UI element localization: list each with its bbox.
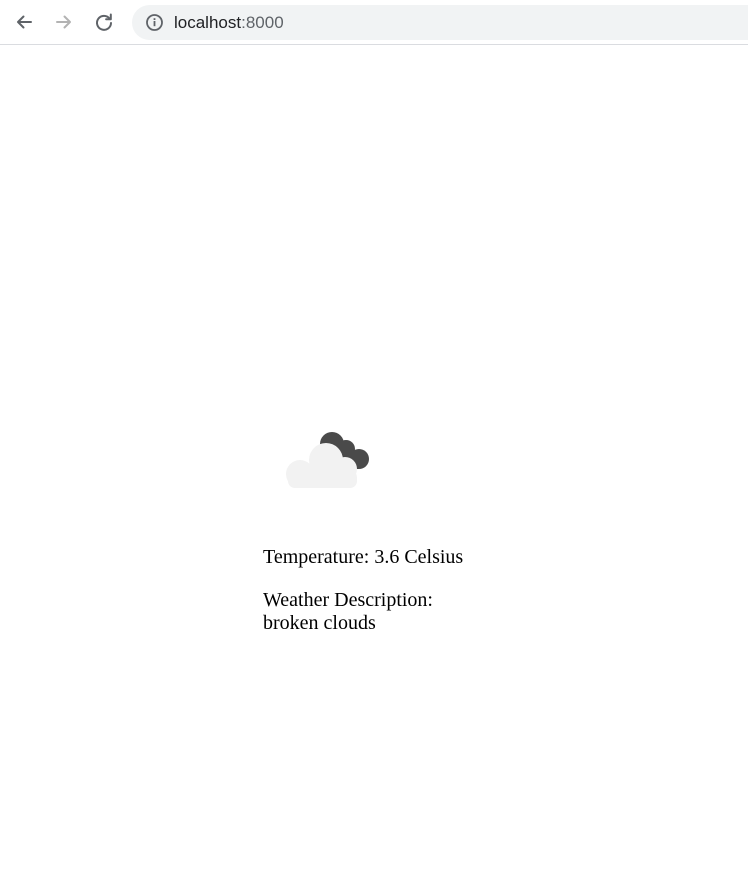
arrow-right-icon — [56, 15, 71, 29]
forward-button[interactable] — [49, 7, 79, 37]
reload-icon — [96, 13, 112, 31]
description-value: broken clouds — [263, 612, 376, 634]
weather-description: Weather Description: broken clouds — [263, 589, 463, 635]
url-port: :8000 — [241, 13, 284, 32]
url-text[interactable]: localhost:8000 — [174, 13, 284, 32]
back-button[interactable] — [9, 7, 39, 37]
url-host: localhost — [174, 13, 242, 32]
reload-button[interactable] — [89, 7, 119, 37]
address-bar[interactable]: localhost:8000 — [132, 5, 748, 40]
page-content: Temperature: 3.6 Celsius Weather Descrip… — [0, 46, 748, 872]
arrow-left-icon — [17, 15, 32, 29]
info-circle-icon[interactable] — [145, 13, 164, 32]
temperature-text: Temperature: 3.6 Celsius — [263, 546, 464, 568]
broken-clouds-icon — [286, 432, 369, 488]
description-label: Weather Description: — [263, 589, 433, 611]
browser-toolbar: localhost:8000 — [0, 0, 748, 45]
